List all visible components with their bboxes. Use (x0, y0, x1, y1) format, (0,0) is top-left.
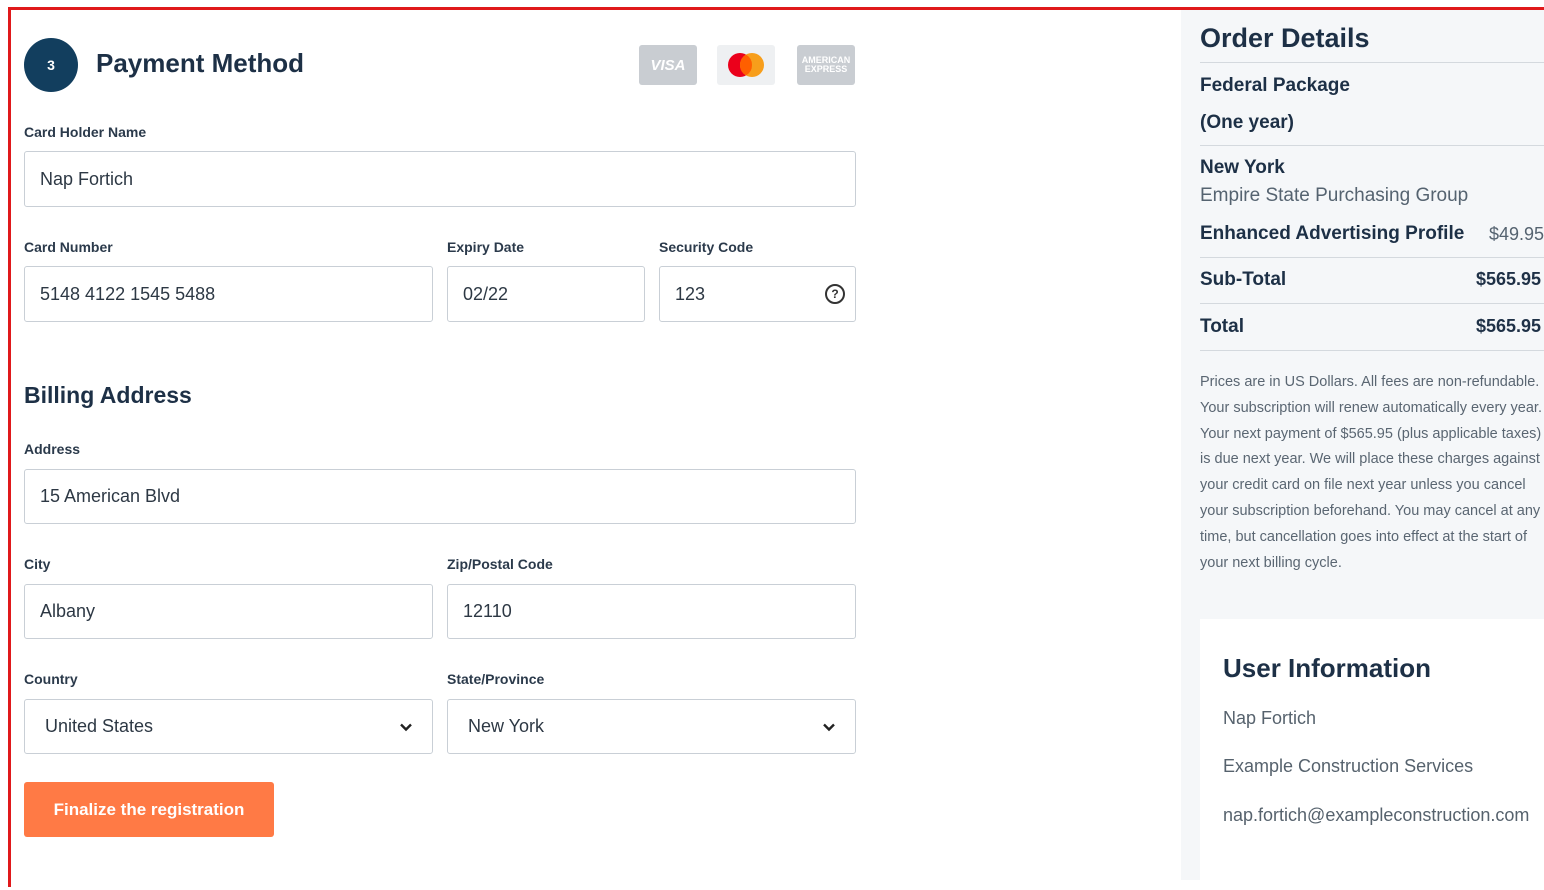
addon-label: Enhanced Advertising Profile (1200, 223, 1465, 244)
billing-address-title: Billing Address (24, 382, 192, 408)
visa-card-icon: VISA (639, 45, 697, 85)
card-holder-value: Nap Fortich (40, 168, 134, 189)
user-email: nap.fortich@exampleconstruction.com (1223, 805, 1530, 825)
total-label: Total (1200, 316, 1244, 337)
city-value: Albany (40, 601, 96, 621)
divider (1200, 257, 1544, 258)
country-value: United States (45, 716, 154, 736)
payment-method-title: Payment Method (96, 48, 305, 78)
user-company: Example Construction Services (1223, 756, 1474, 776)
help-icon[interactable]: ? (825, 284, 845, 304)
expiry-date-value: 02/22 (463, 283, 509, 304)
security-code-value: 123 (675, 283, 706, 304)
expiry-date-input[interactable]: 02/22 (447, 266, 645, 322)
divider (1200, 145, 1544, 146)
city-input[interactable]: Albany (24, 584, 433, 639)
purchasing-group: Empire State Purchasing Group (1200, 185, 1469, 206)
addon-price: $49.95 (1489, 224, 1544, 244)
divider (1200, 62, 1544, 63)
order-details-title: Order Details (1200, 23, 1370, 53)
total-value: $565.95 (1476, 316, 1542, 336)
subtotal-value: $565.95 (1476, 269, 1542, 289)
package-name: Federal Package (1200, 75, 1350, 96)
pricing-notice: Prices are in US Dollars. All fees are n… (1200, 374, 1542, 571)
amex-line2: EXPRESS (804, 64, 848, 74)
subtotal-label: Sub-Total (1200, 269, 1287, 290)
card-number-value: 5148 4122 1545 5488 (40, 283, 216, 304)
zip-label: Zip/Postal Code (447, 556, 553, 572)
user-name: Nap Fortich (1223, 708, 1317, 728)
state-label: State/Province (447, 671, 545, 687)
security-code-input[interactable]: 123 ? (659, 266, 856, 322)
divider (1200, 303, 1544, 304)
chevron-down-icon (823, 723, 835, 731)
amex-card-icon: AMERICAN EXPRESS (797, 45, 855, 85)
finalize-registration-button[interactable]: Finalize the registration (24, 782, 274, 837)
state-select[interactable]: New York (447, 699, 856, 754)
card-number-label: Card Number (24, 239, 113, 255)
country-label: Country (24, 671, 78, 687)
order-details-panel: Order Details Federal Package (One year)… (1181, 10, 1544, 890)
card-holder-input[interactable]: Nap Fortich (24, 151, 856, 207)
chevron-down-icon (400, 723, 412, 731)
order-state: New York (1200, 157, 1285, 178)
user-information-title: User Information (1223, 653, 1432, 683)
city-label: City (24, 556, 51, 572)
country-select[interactable]: United States (24, 699, 433, 754)
divider (1200, 350, 1544, 351)
step-number-badge: 3 (24, 38, 78, 92)
address-value: 15 American Blvd (40, 486, 181, 506)
card-holder-label: Card Holder Name (24, 124, 147, 140)
mastercard-icon (717, 45, 775, 85)
security-code-label: Security Code (659, 239, 754, 255)
zip-input[interactable]: 12110 (447, 584, 856, 639)
card-number-input[interactable]: 5148 4122 1545 5488 (24, 266, 433, 322)
zip-value: 12110 (463, 601, 512, 621)
address-label: Address (24, 441, 81, 457)
package-term: (One year) (1200, 112, 1294, 133)
state-value: New York (468, 716, 545, 736)
user-information-card: User Information Nap Fortich Example Con… (1200, 619, 1544, 890)
expiry-date-label: Expiry Date (447, 239, 525, 255)
address-input[interactable]: 15 American Blvd (24, 469, 856, 524)
